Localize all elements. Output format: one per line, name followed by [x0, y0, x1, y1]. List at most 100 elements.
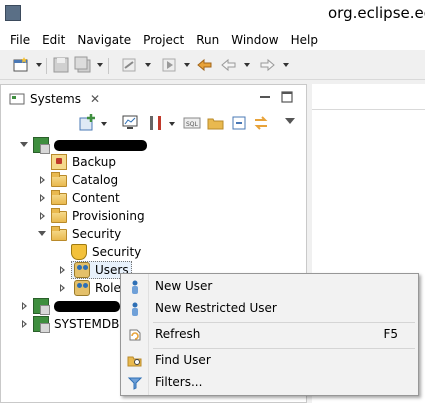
menu-project[interactable]: Project: [137, 30, 190, 50]
tree-item-label: Content: [72, 191, 120, 205]
view-menu-icon[interactable]: [285, 118, 295, 124]
menu-item-filters[interactable]: Filters...: [121, 372, 418, 394]
forward-dropdown-icon[interactable]: [283, 63, 289, 67]
expand-icon[interactable]: [57, 265, 67, 275]
menu-help[interactable]: Help: [285, 30, 324, 50]
tree-item-content[interactable]: Content: [37, 189, 120, 207]
toolbar-separator: [46, 58, 47, 74]
last-edit-location-icon[interactable]: [196, 56, 214, 74]
expand-icon[interactable]: [37, 193, 47, 203]
menu-separator: [153, 348, 415, 349]
back-dropdown-icon[interactable]: [244, 63, 250, 67]
save-icon[interactable]: [52, 56, 70, 74]
open-folder-icon[interactable]: [207, 114, 225, 132]
menu-file[interactable]: File: [0, 30, 36, 50]
database-system-icon: [33, 137, 50, 154]
redacted-system-name: [54, 139, 147, 151]
menu-item-label: Find User: [155, 353, 211, 367]
backup-icon: [51, 154, 67, 170]
toolbar-separator: [108, 58, 109, 74]
skip-breakpoints-icon[interactable]: [120, 56, 138, 74]
maximize-icon[interactable]: [281, 91, 293, 103]
main-toolbar: [0, 50, 425, 80]
minimize-icon[interactable]: [259, 91, 271, 103]
expand-icon[interactable]: [37, 175, 47, 185]
title-bar: org.eclipse.equ: [0, 0, 425, 30]
save-dropdown-icon[interactable]: [97, 63, 103, 67]
security-shield-icon: [71, 244, 87, 260]
expand-icon[interactable]: [19, 301, 29, 311]
menu-item-new-user[interactable]: New User: [121, 276, 418, 298]
add-system-dropdown-icon[interactable]: [101, 122, 107, 126]
save-all-icon[interactable]: [74, 56, 92, 74]
expand-icon[interactable]: [19, 319, 29, 329]
menu-item-label: Refresh: [155, 327, 201, 341]
tools-dropdown-icon[interactable]: [169, 122, 175, 126]
menu-item-new-restricted-user[interactable]: New Restricted User: [121, 298, 418, 320]
menu-run[interactable]: Run: [190, 30, 225, 50]
link-with-editor-icon[interactable]: [252, 114, 270, 132]
expand-icon[interactable]: [37, 211, 47, 221]
user-icon: [132, 280, 138, 294]
menu-item-label: New User: [155, 279, 213, 293]
systems-view-icon: [9, 93, 25, 105]
folder-icon: [51, 208, 67, 223]
collapse-icon[interactable]: [37, 229, 47, 239]
tree-item-security[interactable]: Security: [71, 243, 141, 261]
folder-icon: [51, 226, 67, 241]
monitor-icon[interactable]: [121, 114, 139, 132]
database-system-icon: [33, 316, 50, 333]
new-dropdown-icon[interactable]: [36, 63, 42, 67]
restricted-user-icon: [132, 302, 138, 316]
eclipse-app-icon: [5, 5, 21, 21]
tree-item-label: Security: [72, 227, 122, 241]
users-icon: [74, 262, 90, 278]
forward-icon[interactable]: [258, 56, 276, 74]
menu-item-refresh[interactable]: Refresh F5: [121, 324, 418, 346]
tools-icon[interactable]: [147, 114, 165, 132]
find-icon: [127, 356, 142, 367]
menu-edit[interactable]: Edit: [36, 30, 71, 50]
run-icon[interactable]: [160, 56, 178, 74]
new-icon[interactable]: [12, 56, 30, 74]
tree-item-security-folder[interactable]: Security: [37, 225, 121, 243]
menu-separator: [153, 322, 415, 323]
tree-item-system3[interactable]: SYSTEMDB@: [19, 315, 131, 333]
tree-item-system1[interactable]: [19, 136, 147, 154]
tree-item-roles[interactable]: Roles: [57, 279, 127, 297]
collapse-icon[interactable]: [19, 140, 29, 150]
redacted-system-name: [54, 300, 120, 312]
tab-systems-label: Systems: [30, 92, 81, 106]
tree-item-label: Backup: [72, 155, 116, 169]
refresh-icon: [129, 329, 141, 341]
sql-console-icon[interactable]: SQL: [183, 115, 201, 131]
tab-systems[interactable]: Systems ✕: [9, 87, 100, 111]
close-icon[interactable]: ✕: [90, 92, 100, 106]
folder-icon: [51, 172, 67, 187]
menu-item-find-user[interactable]: Find User: [121, 350, 418, 372]
tree-item-catalog[interactable]: Catalog: [37, 171, 118, 189]
menu-item-shortcut: F5: [383, 327, 398, 341]
tree-item-label: Provisioning: [72, 209, 145, 223]
menu-item-label: Filters...: [155, 375, 203, 389]
run-dropdown-icon[interactable]: [184, 63, 190, 67]
back-icon[interactable]: [220, 56, 238, 74]
menu-navigate[interactable]: Navigate: [71, 30, 137, 50]
roles-icon: [74, 280, 90, 296]
add-system-icon[interactable]: [78, 114, 96, 132]
tree-item-system2[interactable]: [19, 297, 120, 315]
tree-item-label: Catalog: [72, 173, 119, 187]
menu-window[interactable]: Window: [225, 30, 284, 50]
collapse-all-icon[interactable]: [230, 114, 248, 132]
editor-tab-strip: [312, 84, 425, 110]
menu-bar: File Edit Navigate Project Run Window He…: [0, 30, 425, 50]
folder-icon: [51, 190, 67, 205]
context-menu: New User New Restricted User Refresh F5 …: [120, 273, 419, 396]
tree-item-provisioning[interactable]: Provisioning: [37, 207, 145, 225]
debug-dropdown-icon[interactable]: [145, 63, 151, 67]
tree-item-label: Security: [92, 245, 142, 259]
expand-icon[interactable]: [57, 283, 67, 293]
tree-item-backup[interactable]: Backup: [51, 153, 116, 171]
menu-item-label: New Restricted User: [155, 301, 277, 315]
window-title: org.eclipse.equ: [328, 4, 425, 22]
